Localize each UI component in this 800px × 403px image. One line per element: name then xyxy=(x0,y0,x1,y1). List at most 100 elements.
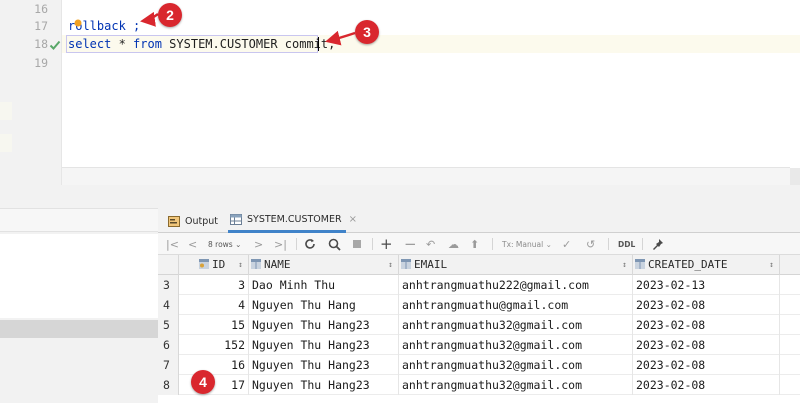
column-icon xyxy=(251,256,261,269)
column-icon xyxy=(635,256,645,269)
table-row[interactable]: 4 4 Nguyen Thu Hang anhtrangmuathu@gmail… xyxy=(158,295,800,315)
toolbar-separator xyxy=(296,238,297,250)
toolbar-separator xyxy=(372,238,373,250)
next-page-icon[interactable]: > xyxy=(254,237,263,251)
sql-editor[interactable]: rollback ; select * from SYSTEM.CUSTOMER… xyxy=(62,0,800,185)
tab-system-customer[interactable]: SYSTEM.CUSTOMER × xyxy=(228,209,357,233)
cell-id[interactable]: 4 xyxy=(179,295,249,315)
code-line-select[interactable]: select * from SYSTEM.CUSTOMER commit; xyxy=(68,37,335,51)
cell-name[interactable]: Nguyen Thu Hang23 xyxy=(249,315,399,335)
row-number: 6 xyxy=(158,335,179,355)
cell-created-date[interactable]: 2023-02-08 xyxy=(633,375,780,395)
line-number: 18 xyxy=(34,37,48,51)
first-page-icon[interactable]: |< xyxy=(166,237,179,251)
stop-icon[interactable] xyxy=(352,237,362,251)
sort-icon[interactable]: ↕ xyxy=(238,255,243,275)
panel-content xyxy=(0,234,158,318)
row-number: 3 xyxy=(158,275,179,295)
tab-label: Output xyxy=(185,215,218,227)
cell-name[interactable]: Nguyen Thu Hang23 xyxy=(249,355,399,375)
editor-gutter: 16 17 18 19 xyxy=(12,0,62,185)
row-number: 7 xyxy=(158,355,179,375)
strip-marker xyxy=(0,134,12,152)
cell-created-date[interactable]: 2023-02-08 xyxy=(633,295,780,315)
sort-icon[interactable]: ↕ xyxy=(622,255,627,275)
text-cursor xyxy=(318,37,319,51)
column-icon xyxy=(401,256,411,269)
column-header-email[interactable]: EMAIL ↕ xyxy=(399,255,633,275)
cell-created-date[interactable]: 2023-02-08 xyxy=(633,335,780,355)
table-row[interactable]: 6 152 Nguyen Thu Hang23 anhtrangmuathu32… xyxy=(158,335,800,355)
table-row[interactable]: 8 17 Nguyen Thu Hang23 anhtrangmuathu32@… xyxy=(158,375,800,395)
last-page-icon[interactable]: >| xyxy=(274,237,287,251)
compare-icon[interactable]: ☁ xyxy=(448,237,459,251)
sort-icon[interactable]: ↕ xyxy=(769,255,774,275)
cell-created-date[interactable]: 2023-02-08 xyxy=(633,315,780,335)
cell-name[interactable]: Nguyen Thu Hang23 xyxy=(249,335,399,355)
rows-dropdown[interactable]: 8 rows ⌄ xyxy=(208,237,241,251)
table-row[interactable]: 7 16 Nguyen Thu Hang23 anhtrangmuathu32@… xyxy=(158,355,800,375)
select-star: * xyxy=(111,37,134,51)
cell-name[interactable]: Nguyen Thu Hang23 xyxy=(249,375,399,395)
table-row[interactable]: 5 15 Nguyen Thu Hang23 anhtrangmuathu32@… xyxy=(158,315,800,335)
checkmark-icon xyxy=(49,40,61,50)
line-number: 17 xyxy=(34,19,48,33)
row-number: 5 xyxy=(158,315,179,335)
panel-band xyxy=(0,208,158,232)
cell-email[interactable]: anhtrangmuathu222@gmail.com xyxy=(399,275,633,295)
left-tool-strip xyxy=(0,0,12,185)
column-header-created-date[interactable]: CREATED_DATE ↕ xyxy=(633,255,780,275)
cell-id[interactable]: 152 xyxy=(179,335,249,355)
column-header-name[interactable]: NAME ↕ xyxy=(249,255,399,275)
line-number: 16 xyxy=(34,2,48,16)
panel-selected-row[interactable] xyxy=(0,320,158,338)
ddl-button[interactable]: DDL xyxy=(618,237,635,251)
key-column-icon xyxy=(199,256,209,269)
row-number: 8 xyxy=(158,375,179,395)
delete-row-icon[interactable]: − xyxy=(404,235,417,253)
cell-created-date[interactable]: 2023-02-08 xyxy=(633,355,780,375)
cell-email[interactable]: anhtrangmuathu32@gmail.com xyxy=(399,375,633,395)
output-icon xyxy=(168,215,180,227)
rollback-icon[interactable]: ↺ xyxy=(586,237,595,251)
table-icon xyxy=(230,214,242,225)
tab-output[interactable]: Output xyxy=(168,209,218,233)
callout-badge: 4 xyxy=(191,370,215,394)
submit-icon[interactable]: ⬆ xyxy=(470,237,479,251)
close-icon[interactable]: × xyxy=(349,214,357,225)
query-search-icon[interactable] xyxy=(328,237,341,251)
scrollbar-end xyxy=(790,168,800,186)
table-reference: SYSTEM.CUSTOMER commit; xyxy=(161,37,336,51)
row-number-header xyxy=(158,255,179,275)
cell-id[interactable]: 15 xyxy=(179,315,249,335)
tx-mode-dropdown[interactable]: Tx: Manual ⌄ xyxy=(502,237,552,251)
pin-icon[interactable] xyxy=(652,237,664,251)
cell-created-date[interactable]: 2023-02-13 xyxy=(633,275,780,295)
cell-name[interactable]: Nguyen Thu Hang xyxy=(249,295,399,315)
column-header-id[interactable]: ID ↕ xyxy=(179,255,249,275)
cell-name[interactable]: Dao Minh Thu xyxy=(249,275,399,295)
prev-page-icon[interactable]: < xyxy=(188,237,197,251)
lower-left-panel xyxy=(0,185,158,403)
cell-id[interactable]: 16 xyxy=(179,355,249,375)
table-row[interactable]: 3 3 Dao Minh Thu anhtrangmuathu222@gmail… xyxy=(158,275,800,295)
revert-icon[interactable]: ↶ xyxy=(426,237,435,251)
sort-icon[interactable]: ↕ xyxy=(388,255,393,275)
results-toolbar: |< < 8 rows ⌄ > >| + − ↶ ☁ ⬆ Tx: Manual … xyxy=(158,233,800,255)
strip-marker xyxy=(0,102,12,120)
toolbar-separator xyxy=(492,238,493,250)
cell-email[interactable]: anhtrangmuathu32@gmail.com xyxy=(399,315,633,335)
cell-email[interactable]: anhtrangmuathu32@gmail.com xyxy=(399,335,633,355)
callout-badge: 2 xyxy=(158,3,182,27)
refresh-icon[interactable] xyxy=(304,237,316,251)
editor-horizontal-scrollbar[interactable] xyxy=(62,167,800,186)
cell-email[interactable]: anhtrangmuathu32@gmail.com xyxy=(399,355,633,375)
callout-badge: 3 xyxy=(355,20,379,44)
keyword-from: from xyxy=(133,37,162,51)
cell-email[interactable]: anhtrangmuathu@gmail.com xyxy=(399,295,633,315)
code-line-rollback[interactable]: rollback ; xyxy=(68,19,140,33)
add-row-icon[interactable]: + xyxy=(380,235,393,253)
cell-id[interactable]: 3 xyxy=(179,275,249,295)
commit-icon[interactable]: ✓ xyxy=(562,237,571,251)
row-number: 4 xyxy=(158,295,179,315)
